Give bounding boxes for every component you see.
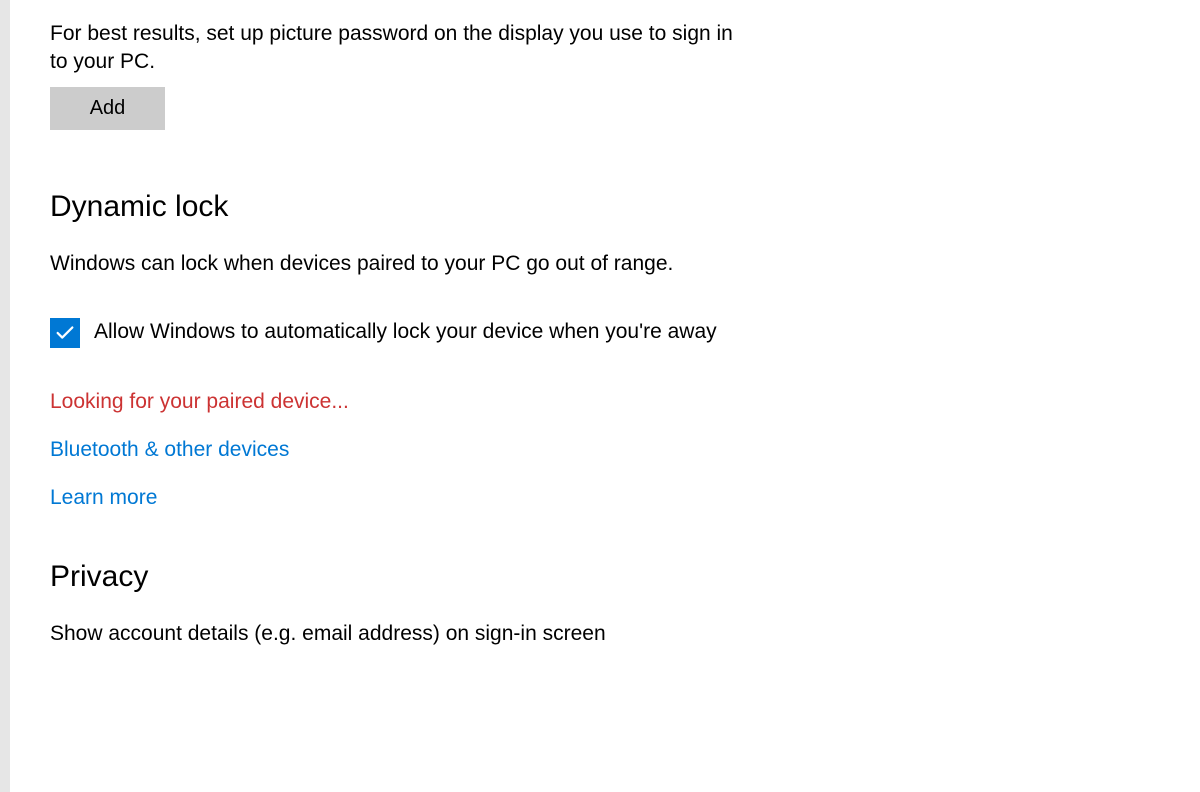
dynamic-lock-heading: Dynamic lock xyxy=(50,190,1160,224)
privacy-description: Show account details (e.g. email address… xyxy=(50,622,1160,646)
learn-more-link[interactable]: Learn more xyxy=(50,486,1160,510)
add-button[interactable]: Add xyxy=(50,87,165,130)
privacy-section: Privacy Show account details (e.g. email… xyxy=(50,560,1160,646)
bluetooth-devices-link[interactable]: Bluetooth & other devices xyxy=(50,438,1160,462)
settings-content: For best results, set up picture passwor… xyxy=(10,0,1200,792)
dynamic-lock-description: Windows can lock when devices paired to … xyxy=(50,252,1160,276)
dynamic-lock-checkbox-row: Allow Windows to automatically lock your… xyxy=(50,316,790,348)
privacy-heading: Privacy xyxy=(50,560,1160,594)
dynamic-lock-checkbox-label: Allow Windows to automatically lock your… xyxy=(94,316,717,348)
pairing-status: Looking for your paired device... xyxy=(50,390,1160,414)
picture-password-description: For best results, set up picture passwor… xyxy=(50,20,750,77)
checkmark-icon xyxy=(54,322,76,344)
dynamic-lock-checkbox[interactable] xyxy=(50,318,80,348)
sidebar-edge xyxy=(0,0,10,792)
